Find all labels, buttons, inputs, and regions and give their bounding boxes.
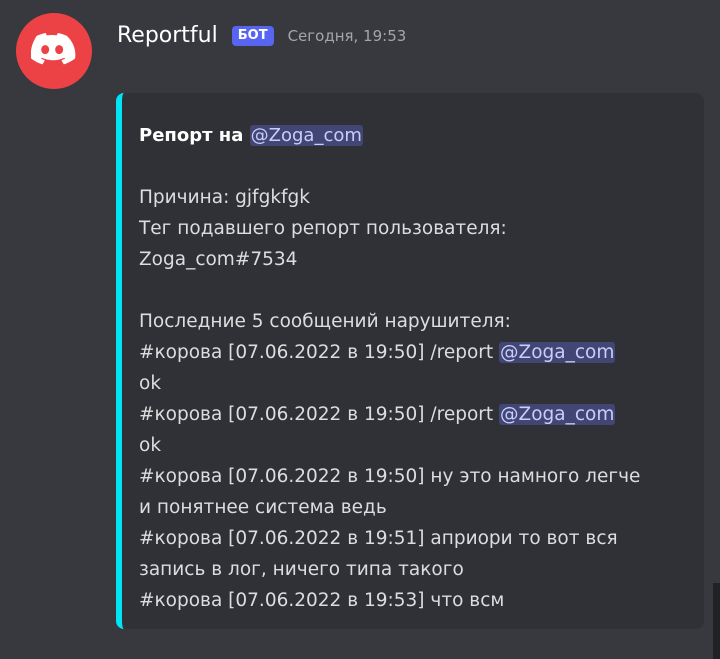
- log-message-line: #корова [07.06.2022 в 19:51] априори то …: [139, 528, 618, 549]
- discord-logo-icon: [31, 33, 76, 65]
- embed-content: Репорт на @Zoga_com Причина: gjfgkfgk Те…: [139, 120, 690, 616]
- reporter-tag-label: Тег подавшего репорт пользователя:: [139, 218, 507, 239]
- log-message-line: #корова [07.06.2022 в 19:50] ну это намн…: [139, 466, 641, 487]
- reporter-tag-value: Zoga_com#7534: [139, 249, 298, 270]
- log-message-text: #корова [07.06.2022 в 19:50] /report: [139, 342, 494, 363]
- user-mention[interactable]: @Zoga_com: [249, 125, 363, 146]
- log-message-line: #корова [07.06.2022 в 19:53] что всм: [139, 590, 505, 611]
- bot-badge: БОТ: [231, 26, 274, 46]
- messages-header: Последние 5 сообщений нарушителя:: [139, 311, 511, 332]
- user-mention[interactable]: @Zoga_com: [499, 404, 616, 425]
- username[interactable]: Reportful: [117, 22, 218, 50]
- timestamp[interactable]: Сегодня, 19:53: [288, 27, 407, 45]
- report-embed: Репорт на @Zoga_com Причина: gjfgkfgk Те…: [116, 93, 704, 629]
- log-message-line: ok: [139, 373, 162, 394]
- scrollbar-edge[interactable]: [713, 583, 720, 659]
- avatar[interactable]: [16, 13, 92, 89]
- message-header: Reportful БОТ Сегодня, 19:53: [117, 20, 406, 52]
- user-mention[interactable]: @Zoga_com: [499, 342, 616, 363]
- embed-title: Репорт на @Zoga_com: [139, 120, 690, 151]
- log-message-line: #корова [07.06.2022 в 19:50] /report @Zo…: [139, 399, 690, 430]
- log-message-text: #корова [07.06.2022 в 19:50] /report: [139, 404, 494, 425]
- log-message-line: #корова [07.06.2022 в 19:50] /report @Zo…: [139, 337, 690, 368]
- embed-title-prefix: Репорт на: [139, 125, 244, 146]
- log-message-line: и понятнее система ведь: [139, 497, 387, 518]
- log-message-line: ok: [139, 435, 162, 456]
- chat-message: Reportful БОТ Сегодня, 19:53 Репорт на @…: [0, 0, 720, 659]
- log-message-line: запись в лог, ничего типа такого: [139, 559, 464, 580]
- report-reason: Причина: gjfgkfgk: [139, 187, 310, 208]
